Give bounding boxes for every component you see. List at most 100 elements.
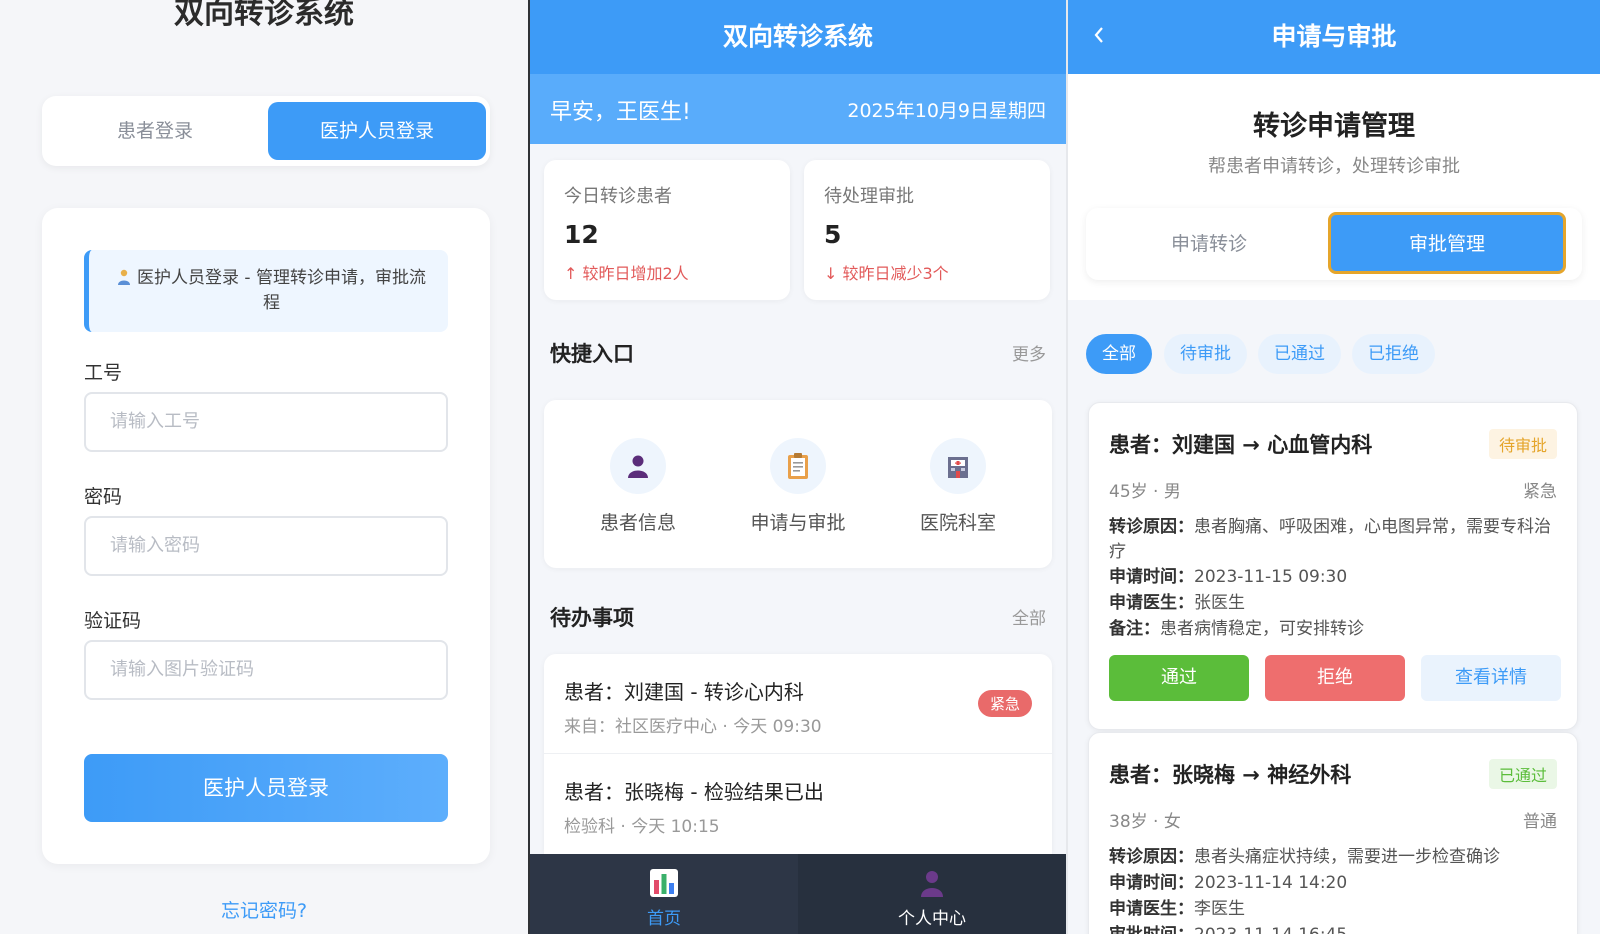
user-icon (610, 438, 666, 494)
record-reason: 转诊原因：患者头痛症状持续，需要进一步检查确诊 (1109, 845, 1559, 870)
urgent-badge: 紧急 (977, 690, 1032, 717)
field-value: 李医生 (1194, 899, 1245, 919)
employee-id-input[interactable]: 请输入工号 (84, 392, 448, 452)
record-priority: 普通 (1523, 812, 1557, 832)
approval-mode-toggle: 申请转诊 审批管理 (1086, 208, 1582, 280)
status-badge: 已通过 (1488, 759, 1557, 789)
field-label: 申请时间： (1109, 567, 1194, 587)
chevron-left-icon[interactable] (1092, 24, 1106, 52)
stat-card-today-referrals[interactable]: 今日转诊患者 12 ↑ 较昨日增加2人 (544, 160, 790, 300)
quick-item-label: 申请与审批 (750, 512, 846, 534)
view-details-button[interactable]: 查看详情 (1421, 655, 1561, 701)
captcha-input[interactable]: 请输入图片验证码 (84, 640, 448, 700)
todo-item-title: 患者：张晓梅 - 检验结果已出 (564, 780, 824, 804)
approve-button[interactable]: 通过 (1109, 655, 1249, 701)
field-value: 2023-11-14 16:45 (1194, 925, 1347, 934)
filter-pending[interactable]: 待审批 (1164, 334, 1247, 374)
filter-rejected[interactable]: 已拒绝 (1352, 334, 1435, 374)
tab-apply-referral[interactable]: 申请转诊 (1086, 214, 1332, 274)
tab-home[interactable]: 首页 (530, 854, 798, 934)
field-label: 申请医生： (1109, 899, 1194, 919)
filter-approved[interactable]: 已通过 (1258, 334, 1341, 374)
greeting-bar: 早安，王医生! 2025年10月9日星期四 (530, 74, 1066, 144)
password-input[interactable]: 请输入密码 (84, 516, 448, 576)
record-title: 患者：刘建国 → 心血管内科 (1109, 433, 1373, 457)
approval-screen: 申请与审批 转诊申请管理 帮患者申请转诊，处理转诊审批 申请转诊 审批管理 全部… (1068, 0, 1600, 934)
approval-header-title: 申请与审批 (1068, 0, 1600, 74)
hospital-icon (930, 438, 986, 494)
record-priority: 紧急 (1523, 482, 1557, 502)
todo-all-link[interactable]: 全部 (1012, 604, 1046, 629)
todo-list: 患者：刘建国 - 转诊心内科 来自：社区医疗中心 · 今天 09:30 紧急 患… (544, 654, 1052, 854)
staff-login-button[interactable]: 医护人员登录 (84, 754, 448, 822)
greeting-text: 早安，王医生! (550, 100, 691, 125)
tab-staff-login[interactable]: 医护人员登录 (268, 102, 486, 160)
field-value: 2023-11-14 14:20 (1194, 873, 1348, 893)
password-label: 密码 (84, 486, 123, 508)
bottom-tab-bar: 首页 个人中心 (530, 854, 1066, 934)
todo-item-sub: 来自：社区医疗中心 · 今天 09:30 (564, 717, 822, 737)
forgot-password-link[interactable]: 忘记密码? (0, 896, 528, 923)
todo-title: 待办事项 (550, 606, 634, 630)
tab-profile[interactable]: 个人中心 (798, 854, 1066, 934)
field-label: 审批时间： (1109, 925, 1194, 934)
record-time: 申请时间：2023-11-14 14:20 (1109, 871, 1559, 896)
login-form-card: 医护人员登录 - 管理转诊申请，审批流程 工号 请输入工号 密码 请输入密码 验… (42, 208, 490, 864)
record-note: 备注：患者病情稳定，可安排转诊 (1109, 617, 1559, 642)
field-label: 申请时间： (1109, 873, 1194, 893)
tab-approval-management[interactable]: 审批管理 (1328, 212, 1566, 274)
quick-item-patient-info[interactable]: 患者信息 (558, 438, 718, 535)
field-value: 2023-11-15 09:30 (1194, 567, 1348, 587)
record-time: 申请时间：2023-11-15 09:30 (1109, 565, 1559, 590)
home-header-title: 双向转诊系统 (530, 0, 1066, 74)
todo-item[interactable]: 患者：张晓梅 - 检验结果已出 检验科 · 今天 10:15 (544, 754, 1052, 854)
reject-button[interactable]: 拒绝 (1265, 655, 1405, 701)
todo-item[interactable]: 患者：刘建国 - 转诊心内科 来自：社区医疗中心 · 今天 09:30 紧急 (544, 654, 1052, 754)
field-label: 转诊原因： (1109, 847, 1194, 867)
status-badge: 待审批 (1488, 429, 1557, 459)
profile-icon (917, 868, 947, 898)
referral-record-card: 患者：刘建国 → 心血管内科 待审批 45岁 · 男 紧急 转诊原因：患者胸痛、… (1088, 402, 1578, 730)
todo-item-title: 患者：刘建国 - 转诊心内科 (564, 680, 804, 704)
quick-item-label: 医院科室 (919, 512, 996, 534)
tab-patient-login[interactable]: 患者登录 (46, 102, 264, 160)
quick-access-panel: 患者信息 申请与审批 医院科室 (544, 400, 1052, 568)
login-type-toggle: 患者登录 医护人员登录 (42, 96, 490, 166)
page-subtitle: 帮患者申请转诊，处理转诊审批 (1208, 156, 1460, 177)
record-reason: 转诊原因：患者胸痛、呼吸困难，心电图异常，需要专科治疗 (1109, 515, 1559, 565)
quick-item-hospital-departments[interactable]: 医院科室 (878, 438, 1038, 535)
record-title: 患者：张晓梅 → 神经外科 (1109, 763, 1352, 787)
todo-item-sub: 检验科 · 今天 10:15 (564, 817, 720, 837)
stat-label: 今日转诊患者 (564, 186, 672, 207)
field-label: 申请医生： (1109, 593, 1194, 613)
captcha-label: 验证码 (84, 610, 142, 632)
page-title: 转诊申请管理 (1253, 111, 1415, 142)
field-value: 患者病情稳定，可安排转诊 (1160, 619, 1364, 639)
quick-item-label: 患者信息 (599, 512, 676, 534)
field-value: 张医生 (1194, 593, 1245, 613)
quick-item-applications[interactable]: 申请与审批 (718, 438, 878, 535)
tab-label: 首页 (647, 909, 681, 929)
stat-value: 12 (564, 220, 599, 249)
home-screen: 双向转诊系统 早安，王医生! 2025年10月9日星期四 今日转诊患者 12 ↑… (530, 0, 1066, 934)
record-patient-meta: 38岁 · 女 (1109, 812, 1181, 832)
login-title: 双向转诊系统 (174, 0, 354, 31)
record-patient-meta: 45岁 · 男 (1109, 482, 1181, 502)
stat-value: 5 (824, 220, 842, 249)
field-value: 患者头痛症状持续，需要进一步检查确诊 (1194, 847, 1500, 867)
login-tip-text: 医护人员登录 - 管理转诊申请，审批流程 (137, 268, 426, 313)
record-approve-time: 审批时间：2023-11-14 16:45 (1109, 923, 1559, 934)
quick-access-more-link[interactable]: 更多 (1012, 340, 1046, 365)
stat-delta: ↑ 较昨日增加2人 (564, 264, 689, 283)
login-screen: 双向转诊系统 患者登录 医护人员登录 医护人员登录 - 管理转诊申请，审批流程 … (0, 0, 528, 934)
field-label: 转诊原因： (1109, 517, 1194, 537)
referral-record-card: 患者：张晓梅 → 神经外科 已通过 38岁 · 女 普通 转诊原因：患者头痛症状… (1088, 732, 1578, 934)
stat-delta: ↓ 较昨日减少3个 (824, 264, 949, 283)
field-label: 备注： (1109, 619, 1160, 639)
stat-card-pending-approvals[interactable]: 待处理审批 5 ↓ 较昨日减少3个 (804, 160, 1050, 300)
login-tip: 医护人员登录 - 管理转诊申请，审批流程 (84, 250, 448, 332)
doctor-icon (117, 268, 131, 285)
record-doctor: 申请医生：李医生 (1109, 897, 1559, 922)
filter-all[interactable]: 全部 (1086, 334, 1152, 374)
quick-access-title: 快捷入口 (550, 342, 634, 366)
